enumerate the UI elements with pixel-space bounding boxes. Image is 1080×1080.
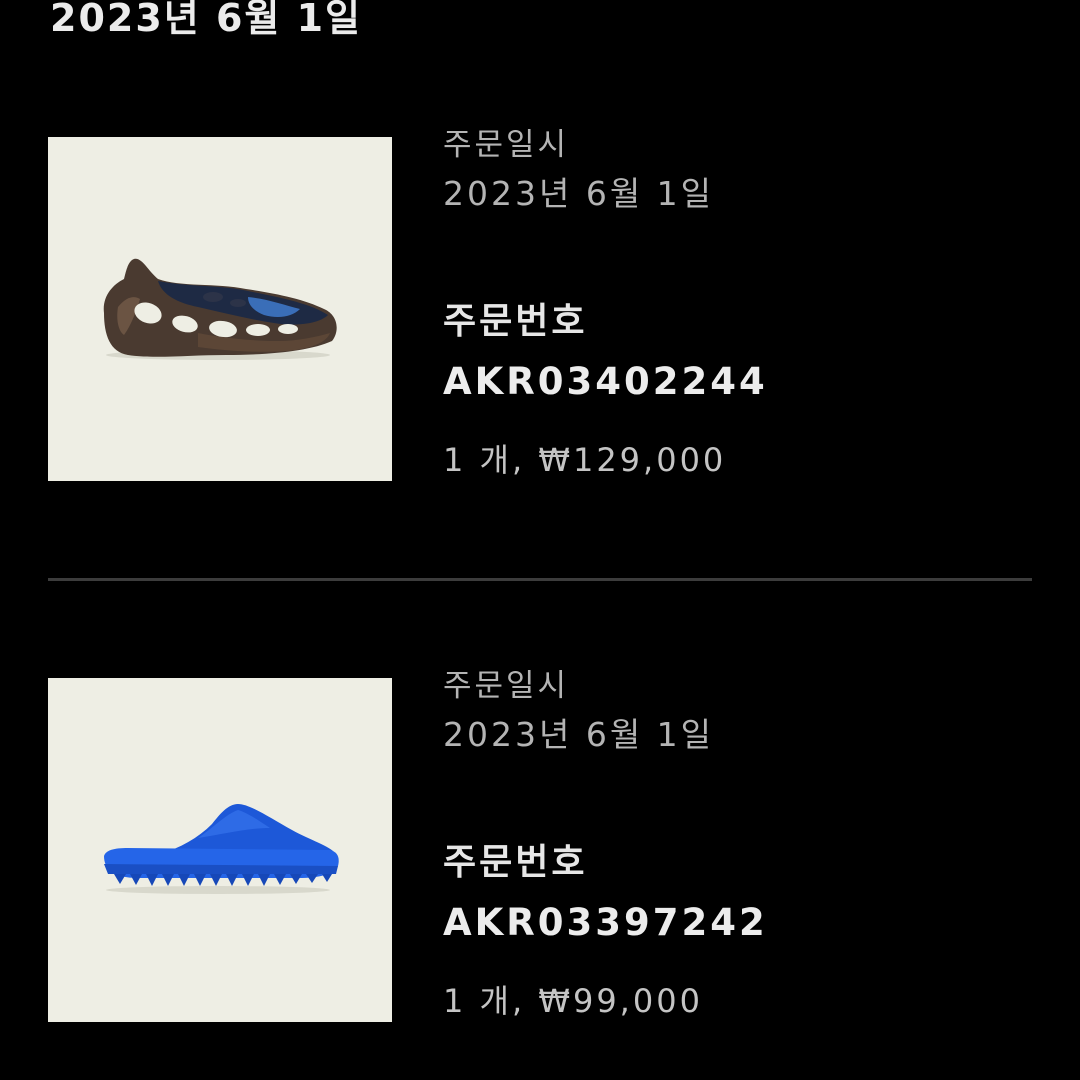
order-date-label: 주문일시: [443, 668, 570, 704]
order-number-value: AKR03402244: [443, 360, 768, 403]
section-date-header: 2023년 6월 1일: [50, 0, 362, 40]
product-thumbnail[interactable]: [48, 137, 392, 481]
order-card[interactable]: 주문일시 2023년 6월 1일 주문번호 AKR03402244 1 개, ₩…: [0, 127, 1080, 482]
slide-sandal-image: [104, 804, 339, 894]
order-divider: [48, 578, 1032, 581]
order-card[interactable]: 주문일시 2023년 6월 1일 주문번호 AKR03397242 1 개, ₩…: [0, 668, 1080, 1023]
product-thumbnail[interactable]: [48, 678, 392, 1022]
order-number-value: AKR03397242: [443, 901, 768, 944]
order-number-label: 주문번호: [443, 842, 588, 883]
order-quantity-price: 1 개, ₩99,000: [443, 982, 703, 1020]
order-date-value: 2023년 6월 1일: [443, 174, 715, 213]
order-date-value: 2023년 6월 1일: [443, 715, 715, 754]
foam-runner-shoe-image: [103, 258, 337, 360]
order-date-label: 주문일시: [443, 127, 570, 163]
order-number-label: 주문번호: [443, 301, 588, 342]
order-quantity-price: 1 개, ₩129,000: [443, 441, 727, 479]
